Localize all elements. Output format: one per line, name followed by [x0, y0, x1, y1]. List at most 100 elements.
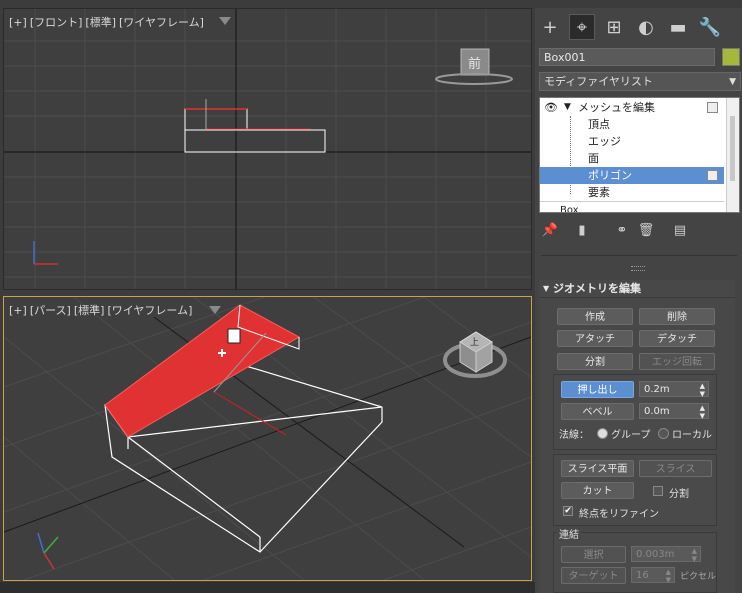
object-color-swatch[interactable]: [722, 48, 740, 66]
perspective-viewport[interactable]: [+] [パース] [標準] [ワイヤフレーム] 上: [3, 296, 532, 581]
weld-target-button[interactable]: ターゲット: [561, 567, 626, 584]
extrude-amount-value: 0.2m: [644, 384, 670, 395]
subobject-toggle-box[interactable]: [707, 170, 718, 181]
modifier-stack[interactable]: 👁 ▼ メッシュを編集 頂点 エッジ 面 ポリゴン 要素 Box: [539, 97, 740, 213]
divide-button[interactable]: 分割: [557, 353, 633, 370]
pixels-label: ピクセル: [680, 572, 717, 582]
stack-subobject-polygon[interactable]: ポリゴン: [540, 167, 724, 184]
subobject-label: エッジ: [588, 135, 621, 148]
persp-axis-tripod: [37, 532, 59, 570]
front-grid: [4, 9, 531, 289]
front-viewport-canvas: [4, 9, 531, 289]
front-shading-mode[interactable]: [標準]: [85, 16, 116, 29]
stack-subobject-edge[interactable]: エッジ: [540, 133, 724, 150]
extrude-amount-spinner[interactable]: 0.2m ▲ ▼: [639, 381, 709, 398]
command-panel-tabs: + ⌖ ⊞ ◐ ▬ 🔧: [535, 8, 742, 44]
modifier-list-label: モディファイヤリスト: [544, 75, 653, 88]
display-icon[interactable]: ▬: [665, 14, 691, 40]
weld-target-spinner[interactable]: 16 ▲ ▼: [631, 567, 675, 584]
detach-button[interactable]: デタッチ: [639, 330, 715, 347]
weld-target-value: 16: [636, 570, 649, 581]
spinner-arrows-icon[interactable]: ▲ ▼: [692, 547, 697, 563]
normal-label: 法線：: [559, 430, 589, 441]
panel-resize-grip[interactable]: [631, 266, 645, 271]
stack-toolbar: 📌 ▮ ⚭ 🗑 ▤: [539, 221, 739, 241]
bevel-button[interactable]: ベベル: [561, 403, 634, 420]
modify-icon[interactable]: ⌖: [569, 14, 595, 40]
stack-scroll-thumb[interactable]: [730, 116, 735, 181]
normal-local-radio[interactable]: [658, 428, 669, 439]
motion-icon[interactable]: ◐: [633, 14, 659, 40]
persp-viewport-label[interactable]: [+] [パース] [標準] [ワイヤフレーム]: [9, 302, 195, 318]
persp-plus-menu[interactable]: [+]: [9, 304, 27, 317]
delete-button[interactable]: 削除: [639, 308, 715, 325]
edit-geometry-header[interactable]: ▼ ジオメトリを編集: [539, 280, 735, 298]
box-front-wire[interactable]: [184, 129, 326, 153]
edit-geometry-rollout: ▼ ジオメトリを編集 作成 削除 アタッチ デタッチ 分割 エッジ回転 押し出し…: [539, 280, 735, 593]
spinner-arrows-icon[interactable]: ▲ ▼: [666, 568, 671, 584]
refine-ends-label: 終点をリファイン: [579, 509, 659, 520]
viewport-bottom-strip: [0, 582, 535, 593]
subobject-label: 要素: [588, 186, 610, 199]
weld-selected-button[interactable]: 選択: [561, 546, 626, 563]
stack-item-box[interactable]: Box: [540, 201, 724, 213]
object-name-field[interactable]: Box001: [539, 48, 715, 66]
subobject-label: ポリゴン: [588, 169, 632, 182]
expand-triangle-icon[interactable]: ▼: [564, 99, 571, 116]
persp-view-name[interactable]: [パース]: [30, 304, 71, 317]
normal-local-label: ローカル: [672, 430, 712, 441]
front-viewcube-label: 前: [468, 57, 482, 72]
perspective-viewport-canvas: [4, 297, 531, 580]
chevron-down-icon: ▼: [729, 77, 736, 87]
hierarchy-icon[interactable]: ⊞: [601, 14, 627, 40]
front-display-mode[interactable]: [ワイヤフレーム]: [119, 16, 204, 29]
persp-display-mode[interactable]: [ワイヤフレーム]: [107, 304, 192, 317]
slice-plane-button[interactable]: スライス平面: [561, 460, 634, 477]
persp-shading-mode[interactable]: [標準]: [74, 304, 105, 317]
cut-button[interactable]: カット: [561, 482, 634, 499]
utilities-icon[interactable]: 🔧: [697, 14, 723, 40]
edit-geometry-title: ジオメトリを編集: [553, 282, 641, 295]
stack-subobject-face[interactable]: 面: [540, 150, 724, 167]
eye-icon[interactable]: 👁: [544, 99, 558, 116]
modifier-list-dropdown[interactable]: モディファイヤリスト ▼: [539, 72, 741, 91]
normal-group-radio[interactable]: [597, 428, 608, 439]
spinner-arrows-icon[interactable]: ▲ ▼: [700, 404, 705, 420]
split-checkbox[interactable]: [653, 486, 663, 496]
bevel-amount-value: 0.0m: [644, 406, 670, 417]
front-viewport-label[interactable]: [+] [フロント] [標準] [ワイヤフレーム]: [9, 14, 207, 30]
viewport-filter-icon[interactable]: [219, 17, 231, 25]
spinner-arrows-icon[interactable]: ▲ ▼: [700, 382, 705, 398]
persp-viewcube-label: 上: [470, 338, 480, 348]
front-plus-menu[interactable]: [+]: [9, 16, 27, 29]
weld-threshold-spinner[interactable]: 0.003m ▲ ▼: [631, 546, 701, 563]
create-button[interactable]: 作成: [557, 308, 633, 325]
attach-button[interactable]: アタッチ: [557, 330, 633, 347]
remove-modifier-trash-icon[interactable]: 🗑: [637, 221, 655, 239]
configure-modifier-sets-icon[interactable]: ▤: [671, 221, 689, 239]
stack-subobject-element[interactable]: 要素: [540, 184, 724, 201]
stack-modifier-label: メッシュを編集: [578, 101, 655, 114]
refine-ends-checkbox[interactable]: ✔: [563, 506, 573, 516]
bevel-amount-spinner[interactable]: 0.0m ▲ ▼: [639, 403, 709, 420]
stack-base-label: Box: [560, 205, 579, 213]
stack-item-edit-mesh[interactable]: 👁 ▼ メッシュを編集: [540, 99, 724, 116]
persp-axis-x: [4, 336, 531, 533]
front-view-name[interactable]: [フロント]: [30, 16, 83, 29]
stack-subobject-vertex[interactable]: 頂点: [540, 116, 724, 133]
extruded-face-front-wire[interactable]: [184, 108, 248, 131]
turn-edge-button[interactable]: エッジ回転: [639, 353, 715, 370]
command-panel: + ⌖ ⊞ ◐ ▬ 🔧 Box001 モディファイヤリスト ▼ 👁 ▼ メッシュ…: [535, 8, 742, 593]
weld-threshold-value: 0.003m: [636, 549, 675, 560]
extrude-button[interactable]: 押し出し: [561, 381, 634, 398]
show-end-result-icon[interactable]: ▮: [573, 221, 591, 239]
stack-scrollbar[interactable]: [726, 98, 739, 212]
create-plus-icon[interactable]: +: [537, 14, 563, 40]
slice-button[interactable]: スライス: [639, 460, 712, 477]
make-unique-icon[interactable]: ⚭: [613, 221, 631, 239]
front-viewport[interactable]: [+] [フロント] [標準] [ワイヤフレーム] 前: [3, 8, 532, 290]
selected-polygon[interactable]: [104, 304, 301, 438]
pin-stack-icon[interactable]: 📌: [541, 221, 559, 239]
modifier-toggle-box[interactable]: [707, 102, 718, 113]
persp-filter-icon[interactable]: [209, 306, 221, 314]
